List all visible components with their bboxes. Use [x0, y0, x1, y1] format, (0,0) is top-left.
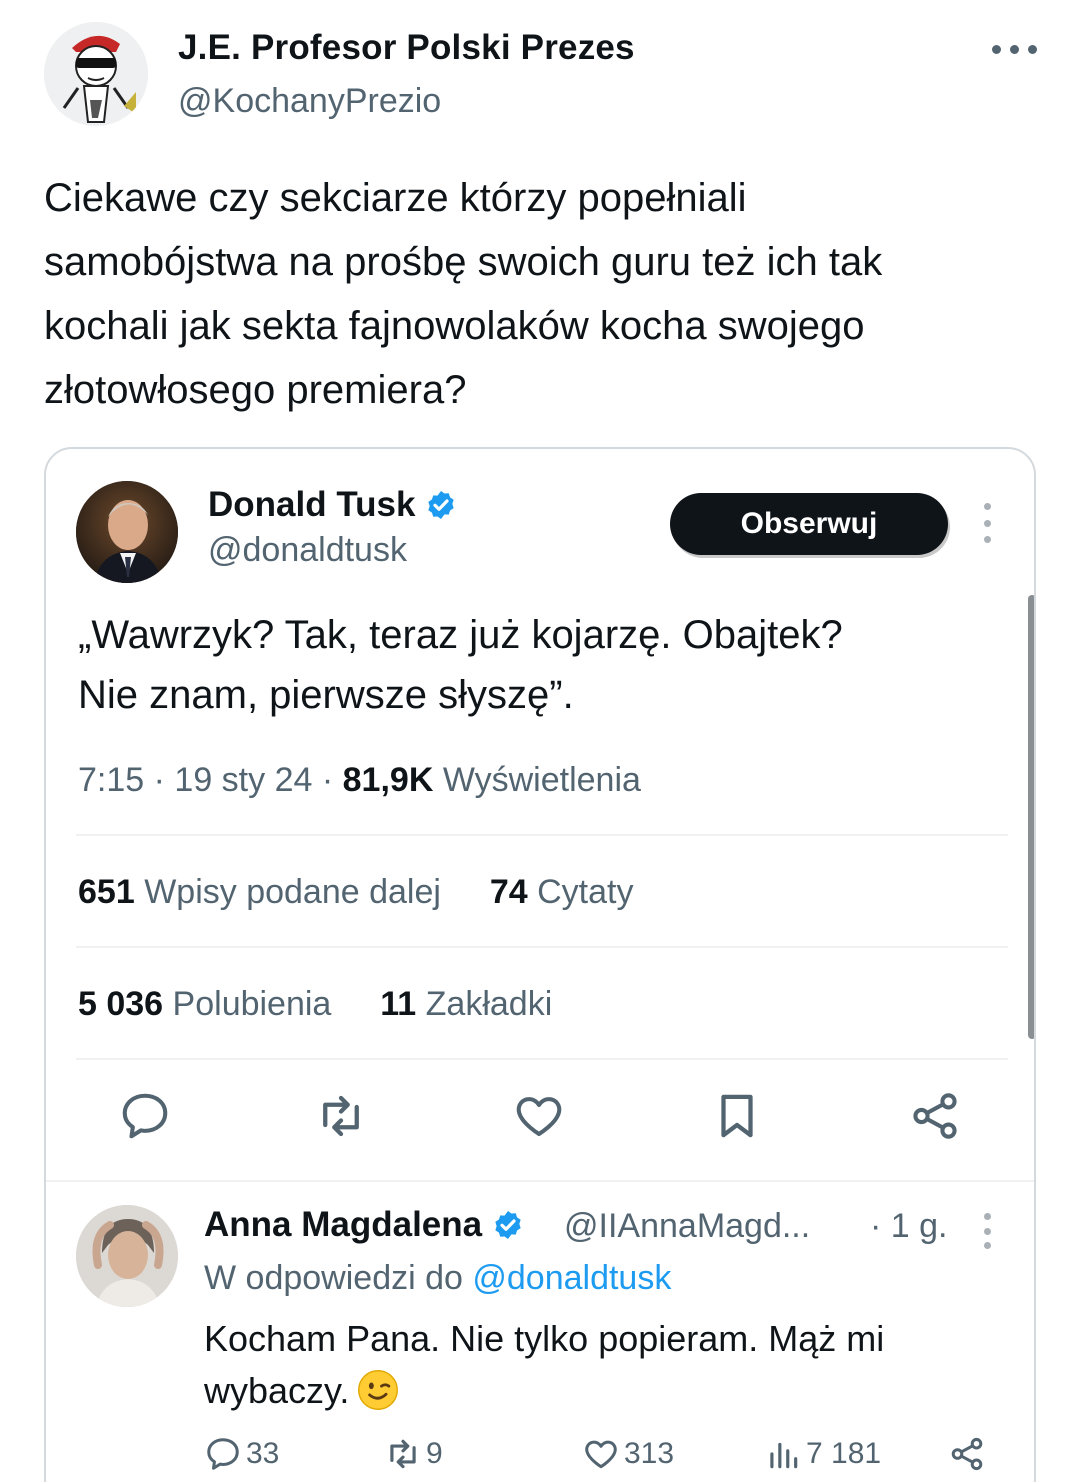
divider: [76, 946, 1008, 948]
action-bar: [116, 1089, 976, 1149]
reposts-stat[interactable]: 651 Wpisy podane dalej: [78, 873, 441, 911]
reply-text-content: Kocham Pana. Nie tylko popieram. Mąż mi …: [204, 1318, 885, 1411]
more-vertical-icon[interactable]: [980, 503, 994, 543]
reply-reposts-count: 9: [426, 1437, 443, 1470]
author-handle[interactable]: @KochanyPrezio: [178, 82, 441, 121]
quoted-tweet-text: „Wawrzyk? Tak, teraz już kojarzę. Obajte…: [78, 613, 843, 717]
bookmarks-count: 11: [380, 985, 417, 1023]
verified-badge-icon: [495, 1211, 521, 1239]
repost-icon: [390, 1439, 416, 1469]
bookmarks-label: Zakładki: [425, 985, 553, 1023]
reply-likes-count: 313: [624, 1437, 675, 1470]
reply-replies-count: 33: [246, 1437, 280, 1470]
share-icon: [951, 1437, 983, 1471]
more-horizontal-icon[interactable]: [992, 36, 1062, 62]
heart-icon: [585, 1440, 617, 1469]
heart-icon[interactable]: [512, 1089, 566, 1143]
reply-reposts-button[interactable]: 9: [384, 1435, 443, 1473]
views-label: Wyświetlenia: [442, 761, 641, 799]
quotes-stat[interactable]: 74 Cytaty: [490, 873, 634, 911]
reply-time[interactable]: · 1 g.: [870, 1207, 947, 1246]
reposts-label: Wpisy podane dalej: [144, 873, 441, 911]
replying-to-link[interactable]: @donaldtusk: [472, 1259, 671, 1297]
quoted-author-handle[interactable]: @donaldtusk: [208, 531, 407, 570]
portrait-photo-image: [76, 1205, 178, 1307]
author-avatar[interactable]: [44, 22, 148, 126]
divider: [76, 834, 1008, 836]
reply-replies-button[interactable]: 33: [204, 1435, 279, 1473]
more-vertical-icon[interactable]: [980, 1213, 994, 1249]
tweet-text: Ciekawe czy sekciarze którzy popełniali …: [44, 176, 883, 412]
winking-face-emoji-icon: [358, 1370, 399, 1410]
reposts-count: 651: [78, 873, 135, 911]
share-icon[interactable]: [908, 1089, 962, 1143]
quotes-count: 74: [489, 873, 528, 911]
reply-likes-button[interactable]: 313: [582, 1435, 674, 1473]
repost-icon[interactable]: [314, 1089, 368, 1143]
scrollbar[interactable]: [1028, 595, 1034, 1039]
reply-icon: [207, 1438, 239, 1470]
quoted-author-name-text: Donald Tusk: [208, 485, 416, 524]
reply-share-button[interactable]: [948, 1435, 986, 1473]
quoted-author-avatar[interactable]: [76, 481, 178, 583]
replying-to-label: W odpowiedzi do: [204, 1259, 463, 1297]
likes-stat[interactable]: 5 036 Polubienia: [78, 985, 331, 1023]
reply-action-bar: 33 9 313 7 181: [204, 1435, 994, 1479]
reply-views-button[interactable]: 7 181: [764, 1435, 881, 1473]
portrait-photo-image: [76, 481, 178, 583]
stats-row-reposts: 651 Wpisy podane dalej 74 Cytaty: [78, 873, 633, 912]
stats-row-likes: 5 036 Polubienia 11 Zakładki: [78, 985, 552, 1024]
reply-text: Kocham Pana. Nie tylko popieram. Mąż mi …: [204, 1313, 984, 1417]
reply-icon[interactable]: [118, 1089, 172, 1143]
tweet-time[interactable]: 7:15: [78, 761, 144, 799]
replying-to: W odpowiedzi do @donaldtusk: [204, 1259, 671, 1298]
follow-button[interactable]: Obserwuj: [670, 493, 948, 555]
likes-count: 5 036: [78, 985, 164, 1023]
divider: [76, 1058, 1008, 1060]
tweet-date[interactable]: 19 sty 24: [174, 761, 312, 799]
tweet-page: J.E. Profesor Polski Prezes @KochanyPrez…: [0, 0, 1080, 1482]
reply-author-avatar[interactable]: [76, 1205, 178, 1307]
cartoon-avatar-image: [44, 22, 148, 126]
reply-author-name[interactable]: Anna Magdalena: [204, 1205, 524, 1245]
reply-author-handle[interactable]: @IIAnnaMagd...: [564, 1207, 810, 1246]
views-count: 81,9K: [342, 761, 434, 799]
reply-author-name-text: Anna Magdalena: [204, 1205, 483, 1244]
quoted-author-name[interactable]: Donald Tusk: [208, 485, 457, 525]
embedded-screenshot-card: Donald Tusk @donaldtusk Obserwuj „Wawrzy…: [44, 447, 1036, 1482]
author-name[interactable]: J.E. Profesor Polski Prezes: [178, 28, 635, 68]
bookmark-icon[interactable]: [710, 1089, 764, 1143]
quotes-label: Cytaty: [537, 873, 634, 911]
views-chart-icon: [770, 1442, 798, 1469]
bookmarks-stat[interactable]: 11 Zakładki: [380, 985, 552, 1023]
divider: [46, 1180, 1034, 1182]
verified-badge-icon: [428, 491, 455, 519]
reply-views-count: 7 181: [806, 1437, 882, 1470]
likes-label: Polubienia: [172, 985, 332, 1023]
tweet-meta: 7:15 · 19 sty 24 · 81,9K Wyświetlenia: [78, 761, 641, 799]
